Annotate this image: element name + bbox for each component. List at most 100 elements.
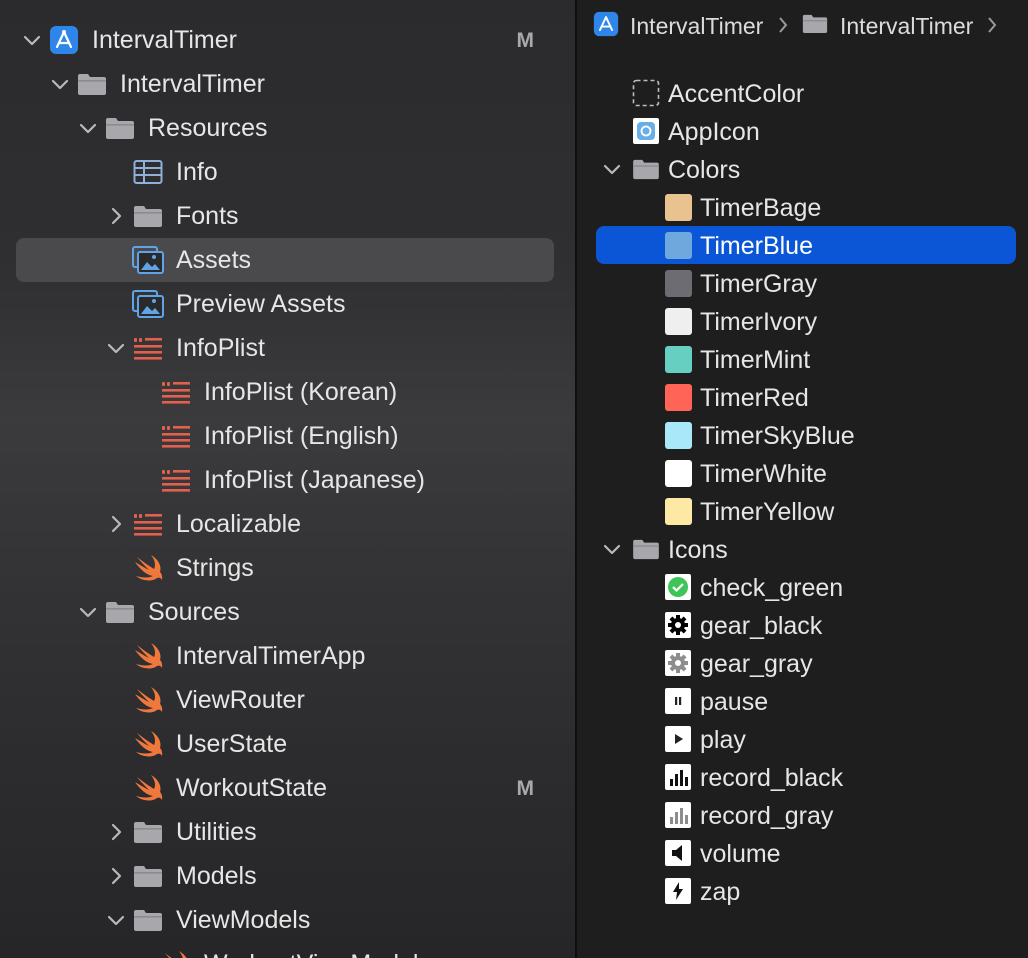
navigator-item[interactable]: Models	[0, 854, 575, 898]
asset-item[interactable]: record_gray	[577, 796, 1028, 834]
asset-item-label: record_gray	[700, 802, 834, 830]
navigator-item[interactable]: Preview Assets	[0, 282, 575, 326]
asset-item-label: TimerGray	[700, 270, 818, 298]
asset-item-label: volume	[700, 840, 781, 868]
asset-item[interactable]: check_green	[577, 568, 1028, 606]
asset-item-label: AppIcon	[668, 118, 760, 146]
chevron-down-icon[interactable]	[106, 338, 126, 358]
navigator-item-label: Localizable	[176, 510, 302, 538]
jump-bar-item[interactable]: IntervalTimer	[840, 13, 973, 40]
navigator-item[interactable]: UserState	[0, 722, 575, 766]
asset-item-label: TimerRed	[700, 384, 809, 412]
asset-item[interactable]: TimerGray	[577, 264, 1028, 302]
navigator-item[interactable]: Utilities	[0, 810, 575, 854]
chevron-down-icon[interactable]	[78, 118, 98, 138]
asset-item-label: TimerYellow	[700, 498, 835, 526]
folder-icon	[132, 816, 164, 848]
asset-item-label: check_green	[700, 574, 844, 602]
asset-item[interactable]: zap	[577, 872, 1028, 910]
jump-bar: IntervalTimer IntervalTimer	[577, 0, 1028, 50]
asset-item-label: zap	[700, 878, 741, 906]
navigator-item-label: WorkoutViewModel	[204, 950, 418, 958]
navigator-item[interactable]: Localizable	[0, 502, 575, 546]
strings-icon	[160, 376, 192, 408]
folder-icon	[631, 534, 661, 564]
asset-item[interactable]: volume	[577, 834, 1028, 872]
strings-icon	[132, 508, 164, 540]
asset-group[interactable]: Colors	[577, 150, 1028, 188]
asset-item-label: TimerBage	[700, 194, 822, 222]
folder-icon	[802, 13, 828, 40]
chevron-down-icon[interactable]	[602, 539, 622, 559]
navigator-item-label: InfoPlist (English)	[204, 422, 399, 450]
chevron-down-icon[interactable]	[602, 159, 622, 179]
navigator-item[interactable]: InfoPlist	[0, 326, 575, 370]
asset-item[interactable]: TimerBage	[577, 188, 1028, 226]
navigator-item-label: Strings	[176, 554, 254, 582]
asset-item-label: TimerSkyBlue	[700, 422, 855, 450]
chevron-down-icon[interactable]	[106, 910, 126, 930]
navigator-item[interactable]: InfoPlist (English)	[0, 414, 575, 458]
chevron-right-icon[interactable]	[106, 822, 126, 842]
navigator-item-label: Info	[176, 158, 218, 186]
navigator-item[interactable]: ViewRouter	[0, 678, 575, 722]
asset-item[interactable]: AppIcon	[577, 112, 1028, 150]
folder-icon	[132, 200, 164, 232]
asset-item[interactable]: record_black	[577, 758, 1028, 796]
color-swatch-icon	[663, 420, 693, 450]
asset-item[interactable]: TimerYellow	[577, 492, 1028, 530]
play-icon	[663, 724, 693, 754]
asset-group[interactable]: Icons	[577, 530, 1028, 568]
chevron-right-icon[interactable]	[106, 514, 126, 534]
asset-item[interactable]: AccentColor	[577, 74, 1028, 112]
asset-item[interactable]: TimerBlue	[577, 226, 1028, 264]
navigator-item[interactable]: Fonts	[0, 194, 575, 238]
navigator-item[interactable]: InfoPlist (Korean)	[0, 370, 575, 414]
navigator-item[interactable]: IntervalTimer M	[0, 18, 575, 62]
chevron-right-icon[interactable]	[106, 206, 126, 226]
asset-item[interactable]: gear_black	[577, 606, 1028, 644]
navigator-item[interactable]: Assets	[0, 238, 575, 282]
navigator-item[interactable]: Sources	[0, 590, 575, 634]
jump-bar-item[interactable]: IntervalTimer	[630, 13, 763, 40]
navigator-item-label: ViewModels	[176, 906, 311, 934]
navigator-item-label: Utilities	[176, 818, 257, 846]
navigator-item[interactable]: IntervalTimerApp	[0, 634, 575, 678]
chevron-right-icon	[777, 14, 789, 41]
swift-icon	[132, 728, 164, 760]
asset-item[interactable]: TimerRed	[577, 378, 1028, 416]
navigator-item[interactable]: WorkoutViewModel	[0, 942, 575, 958]
folder-icon	[76, 68, 108, 100]
asset-item-label: AccentColor	[668, 80, 805, 108]
asset-item[interactable]: pause	[577, 682, 1028, 720]
folder-icon	[104, 112, 136, 144]
navigator-item-label: Sources	[148, 598, 240, 626]
chevron-right-icon	[986, 14, 998, 41]
asset-item[interactable]: TimerIvory	[577, 302, 1028, 340]
navigator-item-label: InfoPlist (Japanese)	[204, 466, 425, 494]
chevron-right-icon[interactable]	[106, 866, 126, 886]
color-swatch-icon	[663, 496, 693, 526]
navigator-item[interactable]: Info	[0, 150, 575, 194]
asset-catalog-icon	[132, 244, 164, 276]
asset-item[interactable]: TimerMint	[577, 340, 1028, 378]
asset-item[interactable]: play	[577, 720, 1028, 758]
chevron-down-icon[interactable]	[78, 602, 98, 622]
folder-icon	[132, 904, 164, 936]
accent-color-icon	[631, 78, 661, 108]
navigator-item-label: Resources	[148, 114, 268, 142]
asset-item[interactable]: gear_gray	[577, 644, 1028, 682]
asset-item-label: Icons	[668, 536, 728, 564]
asset-item[interactable]: TimerSkyBlue	[577, 416, 1028, 454]
navigator-item[interactable]: Resources	[0, 106, 575, 150]
navigator-item[interactable]: Strings	[0, 546, 575, 590]
chevron-down-icon[interactable]	[22, 30, 42, 50]
chevron-down-icon[interactable]	[50, 74, 70, 94]
navigator-item-label: WorkoutState	[176, 774, 328, 802]
navigator-item[interactable]: IntervalTimer	[0, 62, 575, 106]
record-black-icon	[663, 762, 693, 792]
navigator-item[interactable]: ViewModels	[0, 898, 575, 942]
navigator-item[interactable]: InfoPlist (Japanese)	[0, 458, 575, 502]
asset-item[interactable]: TimerWhite	[577, 454, 1028, 492]
navigator-item[interactable]: WorkoutState M	[0, 766, 575, 810]
